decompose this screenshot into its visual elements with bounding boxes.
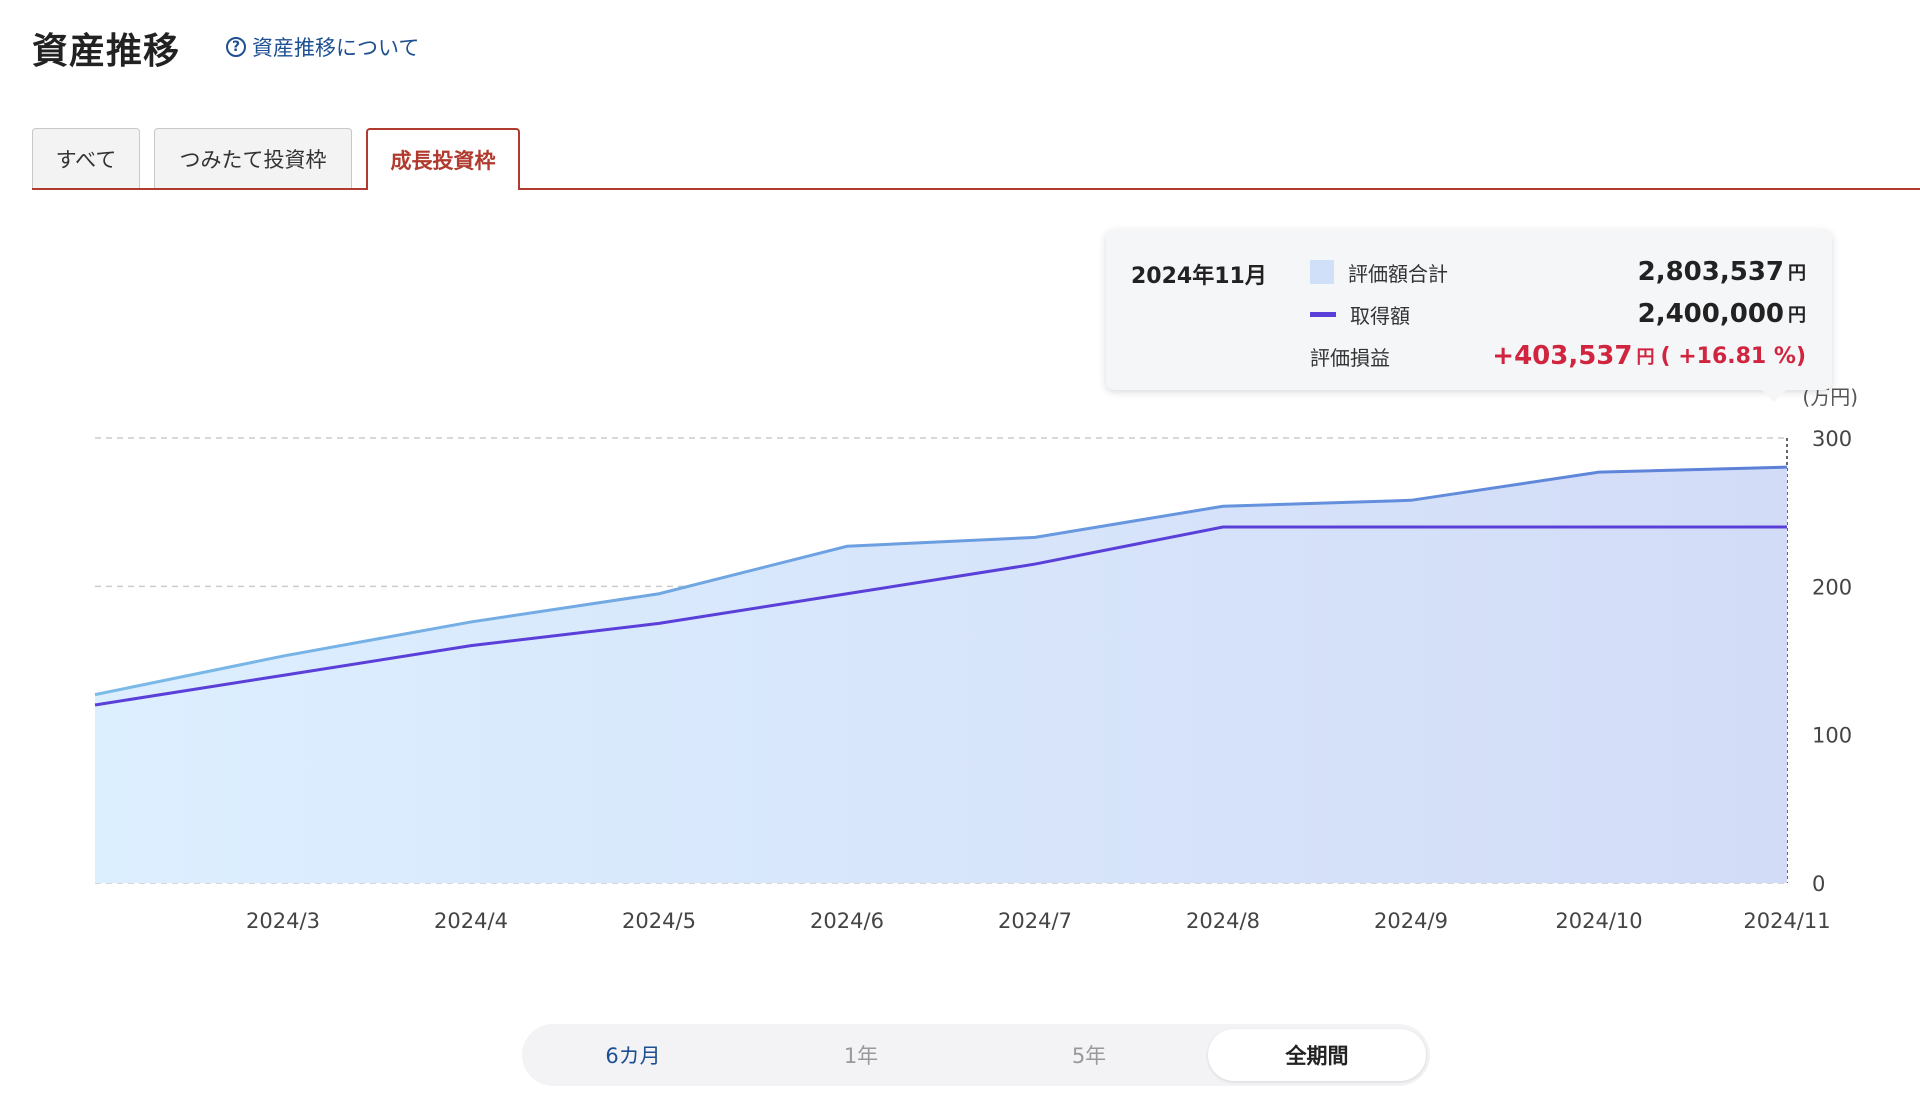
range-selector: 6カ月 1年 5年 全期間 xyxy=(522,1024,1430,1086)
x-tick-label: 2024/3 xyxy=(246,909,320,933)
x-tick-label: 2024/9 xyxy=(1374,909,1448,933)
tooltip-row-cost: 取得額 2,400,000 円 xyxy=(1310,298,1806,330)
x-tick-label: 2024/4 xyxy=(434,909,508,933)
tooltip-row-valuation: 評価額合計 2,803,537 円 xyxy=(1310,256,1806,288)
tooltip-label: 評価損益 xyxy=(1310,345,1390,370)
x-tick-label: 2024/6 xyxy=(810,909,884,933)
area-swatch-icon xyxy=(1310,260,1334,284)
tooltip-value: 2,803,537 xyxy=(1637,257,1784,287)
x-tick-label: 2024/7 xyxy=(998,909,1072,933)
tab-growth[interactable]: 成長投資枠 xyxy=(366,128,520,190)
range-5y-button[interactable]: 5年 xyxy=(980,1029,1198,1081)
range-all-button[interactable]: 全期間 xyxy=(1208,1029,1426,1081)
line-swatch-icon xyxy=(1310,311,1336,317)
y-tick-label: 300 xyxy=(1812,427,1852,451)
x-tick-label: 2024/8 xyxy=(1186,909,1260,933)
range-label: 5年 xyxy=(1071,1044,1107,1068)
tooltip-value: 2,400,000 xyxy=(1637,299,1784,329)
range-label: 6カ月 xyxy=(605,1044,661,1068)
tooltip-percent: ( +16.81 %) xyxy=(1660,343,1807,369)
y-tick-label: 0 xyxy=(1812,872,1825,896)
asset-chart: 0 100 200 300 2024/3 2024/4 2024/5 2024/6 2024/… xyxy=(94,385,1858,933)
range-6m-button[interactable]: 6カ月 xyxy=(524,1029,742,1081)
tooltip-date: 2024年11月 xyxy=(1131,264,1267,289)
tooltip-unit: 円 xyxy=(1788,263,1806,284)
range-label: 全期間 xyxy=(1285,1044,1349,1068)
x-tick-label: 2024/11 xyxy=(1743,909,1830,933)
tooltip-caret xyxy=(1762,390,1786,402)
range-1y-button[interactable]: 1年 xyxy=(752,1029,970,1081)
chart-tooltip: 2024年11月 評価額合計 2,803,537 円 取得額 2,400,000… xyxy=(1106,230,1832,402)
x-tick-label: 2024/10 xyxy=(1555,909,1642,933)
y-tick-label: 200 xyxy=(1812,575,1852,599)
tooltip-unit: 円 xyxy=(1636,347,1655,368)
y-tick-label: 100 xyxy=(1812,724,1852,748)
tab-label: 成長投資枠 xyxy=(390,149,496,173)
tooltip-label: 評価額合計 xyxy=(1348,261,1448,286)
tooltip-value: +403,537 xyxy=(1492,341,1633,371)
x-tick-label: 2024/5 xyxy=(622,909,696,933)
valuation-area xyxy=(95,467,1787,883)
tooltip-row-gain: 評価損益 +403,537 円 ( +16.81 %) xyxy=(1310,340,1806,372)
tooltip-label: 取得額 xyxy=(1350,303,1410,328)
tooltip-unit: 円 xyxy=(1788,305,1806,326)
range-label: 1年 xyxy=(843,1044,879,1068)
